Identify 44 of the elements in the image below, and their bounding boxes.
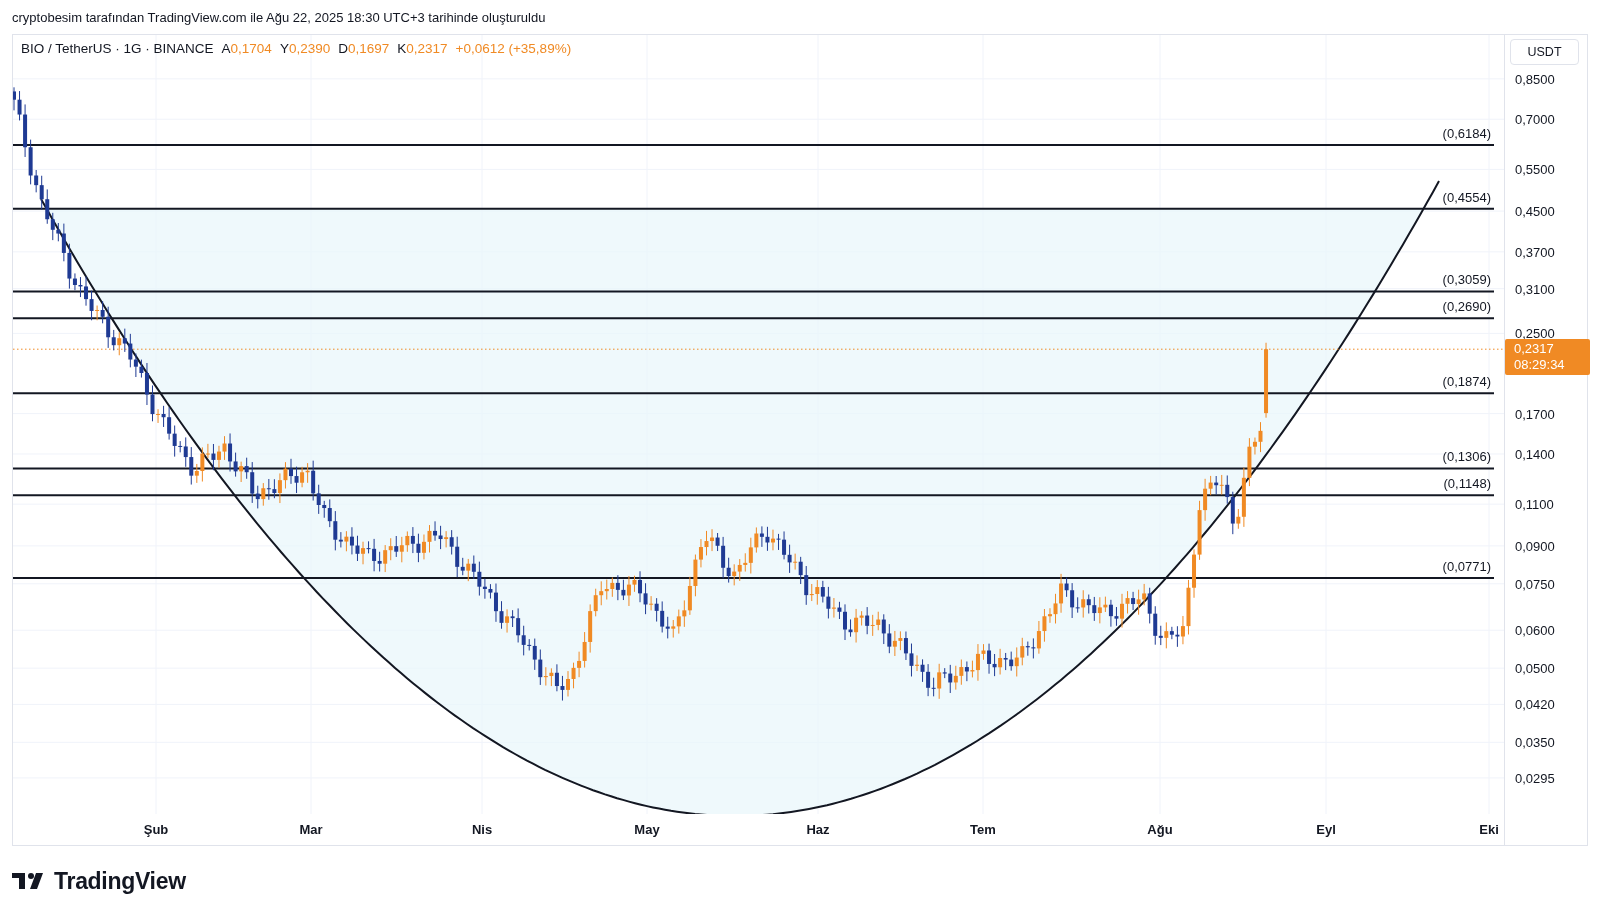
time-axis-label: Eki [1479, 822, 1499, 837]
level-label: (0,3059) [1442, 272, 1491, 288]
price-axis-label: 0,1700 [1515, 406, 1555, 422]
price-axis-label: 0,0420 [1515, 697, 1555, 713]
level-label: (0,2690) [1442, 299, 1491, 315]
logo-text: TradingView [54, 867, 186, 895]
level-label: (0,6184) [1442, 126, 1491, 141]
time-axis-label: Haz [806, 822, 830, 837]
ohlc-value: Y0,2390 [279, 41, 331, 56]
time-axis-label: Şub [143, 822, 169, 837]
price-axis-label: 0,0500 [1515, 661, 1555, 677]
chart-caption: cryptobesim tarafından TradingView.com ile Ağu 22, 2025 18:30 UTC+3 tarihinde oluşturuldu [11, 8, 547, 27]
ohlc-value: A0,1704 [221, 41, 272, 56]
currency-button[interactable]: USDT [1510, 39, 1579, 65]
price-axis-label: 0,1400 [1515, 447, 1555, 462]
price-axis-label: 0,2500 [1515, 326, 1555, 342]
price-axis-label: 0,8500 [1515, 71, 1555, 87]
level-label: (0,1874) [1442, 374, 1491, 390]
last-price-badge: 0,2317 08:29:34 [1505, 339, 1590, 376]
level-label: (0,0771) [1442, 559, 1491, 575]
time-axis-label: Tem [970, 822, 996, 837]
price-axis-label: 0,0750 [1515, 576, 1555, 592]
price-axis-label: 0,4500 [1515, 204, 1555, 220]
level-label: (0,4554) [1442, 189, 1491, 205]
ohlc-value: K0,2317 [397, 41, 448, 56]
price-axis-label: 0,0900 [1515, 538, 1555, 554]
ohlc-value: D0,1697 [338, 41, 390, 56]
price-axis-label: 0,1100 [1515, 497, 1554, 513]
level-label: (0,1148) [1443, 476, 1491, 492]
time-axis-label: May [634, 822, 660, 837]
price-axis-label: 0,7000 [1515, 112, 1555, 128]
price-axis-label: 0,3700 [1515, 244, 1555, 260]
price-change: +0,0612 (+35,89%) [455, 41, 572, 56]
time-axis-label: Nis [471, 822, 493, 837]
price-axis-label: 0,5500 [1515, 162, 1555, 178]
time-axis-label: Mar [299, 822, 323, 837]
symbol-label: BIO / TetherUS · 1G · BINANCE [21, 41, 214, 56]
time-axis-label: Eyl [1316, 822, 1336, 837]
level-label: (0,1306) [1442, 449, 1491, 465]
price-axis-label: 0,0350 [1515, 735, 1555, 751]
price-axis-label: 0,0600 [1515, 623, 1555, 639]
price-axis-label: 0,0295 [1515, 770, 1555, 786]
price-axis-label: 0,3100 [1515, 281, 1555, 297]
time-axis-label: Ağu [1147, 822, 1173, 837]
